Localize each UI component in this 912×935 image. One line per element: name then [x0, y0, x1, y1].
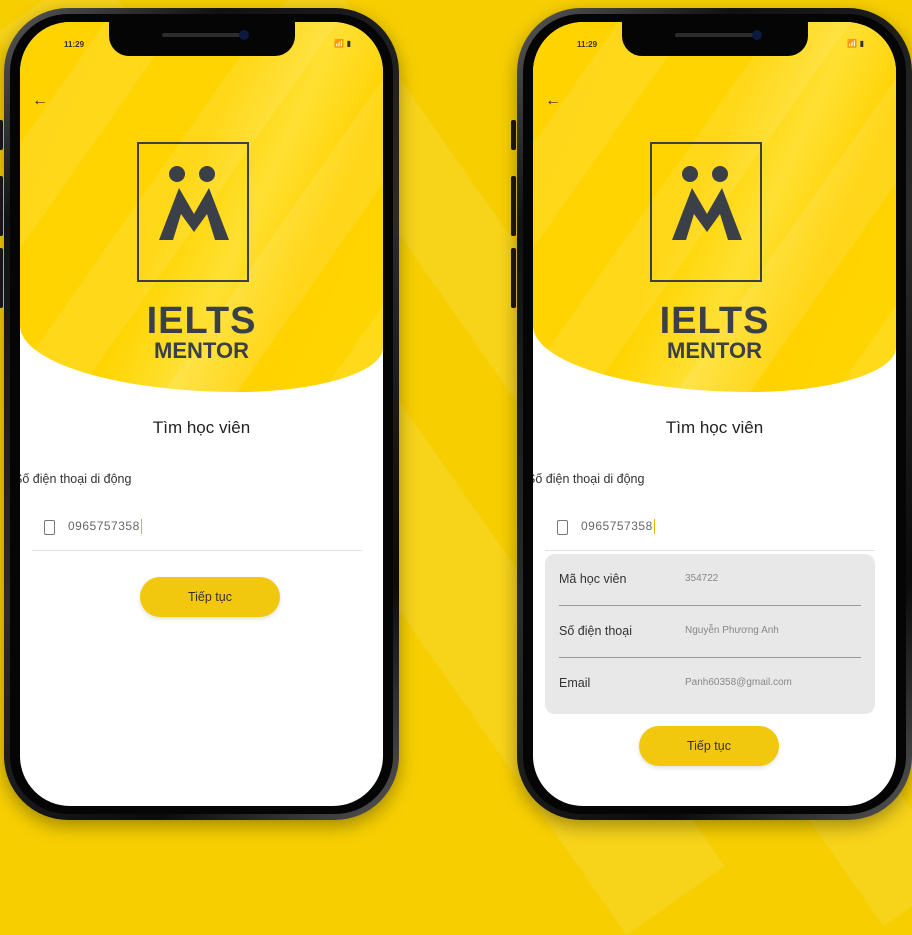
back-arrow-icon[interactable]: ←	[32, 92, 48, 110]
phone-notch	[108, 22, 295, 56]
logo-dot-icon	[199, 166, 215, 182]
volume-button	[0, 248, 3, 308]
brand-subname: MENTOR	[154, 338, 249, 363]
info-value: 354722	[685, 573, 719, 584]
continue-button[interactable]: Tiếp tục	[639, 726, 779, 766]
speaker-grille	[161, 33, 242, 37]
signal-battery-icon: 📶 ▮	[334, 39, 351, 48]
logo-mark	[650, 142, 762, 282]
phone-input-value: 0965757358	[68, 519, 140, 533]
phone-mockup-right: 11:29 📶 ▮ ← IELTS MENTOR Tìm học viên Số…	[511, 8, 912, 820]
logo-m-icon	[159, 188, 229, 240]
volume-button	[511, 120, 516, 150]
brand-name: IELTS	[146, 300, 257, 342]
text-cursor	[140, 519, 142, 535]
info-value: Nguyễn Phương Anh	[685, 625, 779, 636]
speaker-grille	[674, 33, 755, 37]
status-time: 11:29	[64, 40, 85, 49]
phone-notch	[621, 22, 808, 56]
phone-mockup-left: 11:29 📶 ▮ ← IELTS MENTOR Tìm học viên Số…	[0, 8, 399, 820]
brand-name: IELTS	[659, 300, 770, 342]
info-value: Panh60358@gmail.com	[685, 677, 792, 688]
page-title: Tìm học viên	[152, 418, 251, 437]
phone-field-label: Số điện thoại di động	[20, 472, 132, 486]
logo-dot-icon	[169, 166, 185, 182]
camera-icon	[751, 30, 762, 40]
page-title: Tìm học viên	[665, 418, 764, 437]
info-label: Email	[559, 676, 591, 690]
brand-subname: MENTOR	[667, 338, 762, 363]
mobile-phone-icon	[44, 520, 55, 535]
signal-battery-icon: 📶 ▮	[847, 39, 864, 48]
logo-dot-icon	[682, 166, 698, 182]
phone-input[interactable]: 0965757358	[32, 516, 362, 551]
status-time: 11:29	[577, 40, 598, 49]
info-row-email: Email Panh60358@gmail.com	[545, 658, 875, 710]
text-cursor	[653, 519, 655, 535]
info-row-phone: Số điện thoại Nguyễn Phương Anh	[545, 606, 875, 658]
volume-button	[0, 176, 3, 236]
mobile-phone-icon	[557, 520, 568, 535]
volume-button	[511, 176, 516, 236]
app-screen: 11:29 📶 ▮ ← IELTS MENTOR Tìm học viên Số…	[20, 22, 383, 806]
info-label: Số điện thoại	[559, 624, 632, 638]
volume-button	[0, 120, 3, 150]
logo-m-icon	[672, 188, 742, 240]
volume-button	[511, 248, 516, 308]
phone-input-value: 0965757358	[581, 519, 653, 533]
phone-input[interactable]: 0965757358	[545, 516, 875, 551]
logo-mark	[137, 142, 249, 282]
info-label: Mã học viên	[559, 572, 627, 586]
continue-button[interactable]: Tiếp tục	[140, 577, 280, 617]
camera-icon	[238, 30, 249, 40]
phone-field-label: Số điện thoại di động	[533, 472, 645, 486]
logo-dot-icon	[712, 166, 728, 182]
back-arrow-icon[interactable]: ←	[545, 92, 561, 110]
student-info-card: Mã học viên 354722 Số điện thoại Nguyễn …	[545, 554, 875, 714]
info-row-student-id: Mã học viên 354722	[545, 554, 875, 606]
app-screen: 11:29 📶 ▮ ← IELTS MENTOR Tìm học viên Số…	[533, 22, 896, 806]
